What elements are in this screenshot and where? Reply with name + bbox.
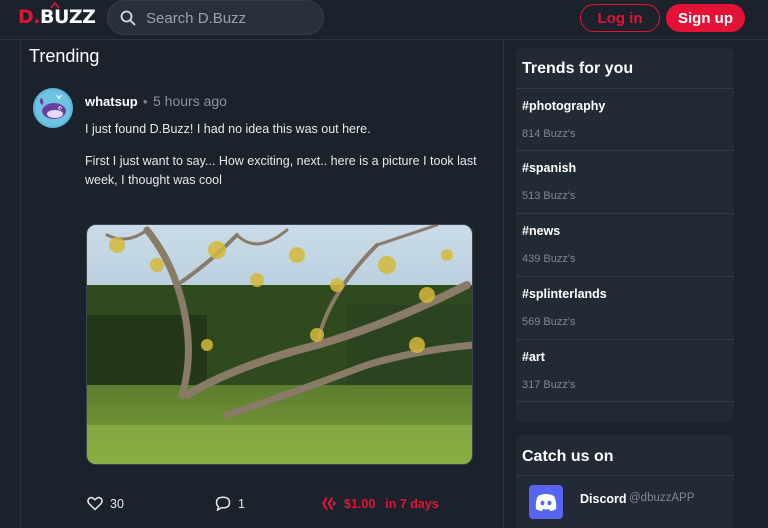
trend-count: 317 Buzz's [522,379,576,391]
like-count: 30 [110,496,124,511]
trend-tag: #news [522,224,561,238]
meta-separator: • [143,94,148,109]
social-panel: Catch us on Discord @dbuzzAPP [516,435,734,528]
payout-time: in 7 days [385,496,439,511]
trend-item[interactable]: #splinterlands 569 Buzz's [516,276,734,339]
post-actions: 30 1 $1.00 in 7 days [87,496,487,520]
like-action[interactable]: 30 [87,496,124,511]
main-feed: Trending whatsup • 5 hours ago I just fo… [20,40,504,528]
post-paragraph: I just found D.Buzz! I had no idea this … [85,122,371,136]
post-image[interactable] [86,224,473,465]
social-panel-title: Catch us on [522,448,614,465]
trend-tag: #photography [522,99,606,113]
trend-item[interactable]: #news 439 Buzz's [516,213,734,276]
avatar[interactable] [33,88,73,128]
post-author[interactable]: whatsup [85,94,138,109]
comment-count: 1 [238,496,245,511]
page-title: Trending [29,46,100,66]
trend-count: 439 Buzz's [522,253,576,265]
discord-link[interactable]: Discord [580,492,627,506]
trend-item[interactable]: #spanish 513 Buzz's [516,150,734,213]
trend-count: 513 Buzz's [522,190,576,202]
hive-icon [322,497,336,510]
divider [516,475,734,476]
trend-item[interactable]: #photography 814 Buzz's [516,88,734,151]
search-box[interactable] [107,0,324,35]
trend-tag: #spanish [522,161,577,175]
trends-panel: Trends for you #photography 814 Buzz's #… [516,48,734,422]
top-navbar: D.BUZZ Log in Sign up [0,0,768,40]
trend-tag: #art [522,350,545,364]
login-button[interactable]: Log in [580,4,660,32]
payout-amount: $1.00 [344,496,376,511]
comment-action[interactable]: 1 [215,496,245,511]
discord-icon[interactable] [529,485,563,519]
payout-info[interactable]: $1.00 in 7 days [321,496,439,511]
trend-item[interactable]: #art 317 Buzz's [516,339,734,402]
trends-title: Trends for you [522,60,634,77]
logo-bee-icon [50,2,60,9]
heart-icon [87,496,103,511]
whale-avatar-icon [35,90,71,126]
search-icon [120,10,136,26]
post-time[interactable]: 5 hours ago [153,93,227,109]
signup-button[interactable]: Sign up [666,4,745,32]
trend-count: 569 Buzz's [522,316,576,328]
search-input[interactable] [146,7,316,29]
trend-count: 814 Buzz's [522,128,576,140]
trend-tag: #splinterlands [522,287,607,301]
comment-icon [215,496,231,511]
discord-handle: @dbuzzAPP [629,492,695,504]
post-paragraph: First I just want to say... How exciting… [85,154,477,187]
landscape-photo-icon [87,225,472,464]
